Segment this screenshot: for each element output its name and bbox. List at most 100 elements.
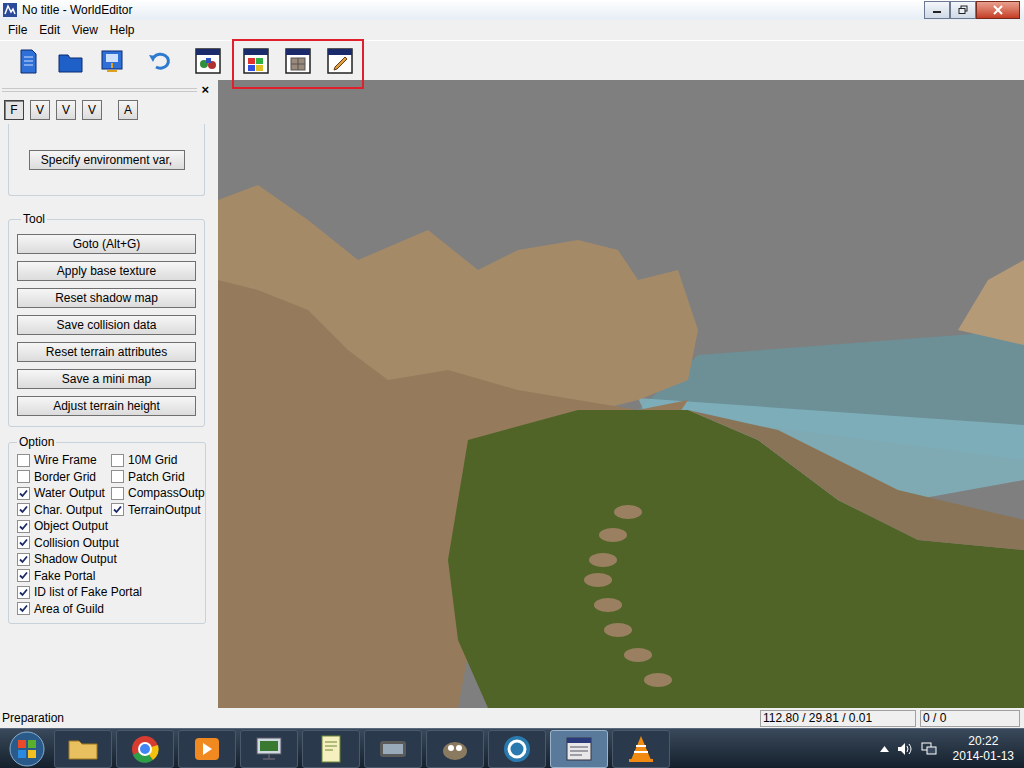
checkbox[interactable] (17, 586, 30, 599)
computer-icon (251, 731, 287, 767)
taskbar-app[interactable] (426, 730, 484, 768)
checkbox[interactable] (17, 536, 30, 549)
option-item[interactable]: Char. Output (17, 502, 111, 518)
menu-item[interactable]: File (2, 22, 33, 38)
menu-item[interactable]: Help (104, 22, 141, 38)
taskbar-app[interactable] (302, 730, 360, 768)
clock[interactable]: 20:222014-01-13 (953, 734, 1014, 764)
panel-button[interactable]: Reset terrain attributes (17, 342, 196, 362)
checkbox[interactable] (17, 602, 30, 615)
panel-tabs: FVVVA (0, 100, 213, 120)
title-bar: No title - WorldEditor (0, 0, 1024, 20)
option-row: Fake Portal (17, 568, 205, 585)
checkbox[interactable] (111, 503, 124, 516)
volume-icon[interactable] (897, 742, 913, 756)
network-icon[interactable] (921, 742, 937, 756)
minimize-icon (931, 5, 943, 15)
panel-button[interactable]: Specify environment var, (29, 150, 185, 170)
menu-bar: FileEditViewHelp (0, 20, 1024, 40)
checkbox[interactable] (17, 503, 30, 516)
option-row: Shadow Output (17, 551, 205, 568)
option-row: Object Output (17, 518, 205, 535)
taskbar-app[interactable] (550, 730, 608, 768)
panel-close-button[interactable]: × (201, 84, 209, 96)
panel-tab[interactable]: V (82, 100, 102, 120)
option-item[interactable]: Area of Guild (17, 601, 104, 617)
panel-tab[interactable]: V (56, 100, 76, 120)
checkbox[interactable] (111, 487, 124, 500)
notepad-icon (313, 731, 349, 767)
option-item[interactable]: Wire Frame (17, 452, 111, 468)
status-message: Preparation (2, 710, 756, 726)
panel-button[interactable]: Goto (Alt+G) (17, 234, 196, 254)
open-icon (56, 47, 84, 75)
toolbar-group (12, 45, 128, 77)
toolbar-group (144, 45, 176, 77)
menu-item[interactable]: View (66, 22, 104, 38)
minimize-button[interactable] (924, 1, 950, 19)
option-item[interactable]: Water Output (17, 485, 111, 501)
palette-icon (242, 47, 270, 75)
panel-button[interactable]: Save collision data (17, 315, 196, 335)
panel-tab[interactable]: F (4, 100, 24, 120)
terrain-viewport-icon (218, 80, 1024, 708)
window-title: No title - WorldEditor (22, 2, 132, 18)
taskbar-app[interactable] (240, 730, 298, 768)
clock-date: 2014-01-13 (953, 749, 1014, 764)
panel-tab[interactable]: V (30, 100, 50, 120)
close-button[interactable] (976, 1, 1020, 19)
checkbox[interactable] (17, 470, 30, 483)
checkbox[interactable] (17, 569, 30, 582)
option-item[interactable]: Patch Grid (111, 469, 185, 485)
option-item[interactable]: Collision Output (17, 535, 119, 551)
start-button[interactable] (0, 730, 54, 768)
checkbox[interactable] (111, 470, 124, 483)
option-row: Border GridPatch Grid (17, 469, 205, 486)
checkbox[interactable] (17, 487, 30, 500)
maximize-icon (957, 5, 969, 15)
checkbox[interactable] (17, 553, 30, 566)
checkbox[interactable] (17, 520, 30, 533)
side-panel: ×FVVVASpecify environment var,ToolGoto (… (0, 80, 213, 708)
panel-button[interactable]: Adjust terrain height (17, 396, 196, 416)
viewport[interactable] (218, 80, 1024, 708)
panel-button[interactable]: Apply base texture (17, 261, 196, 281)
check-icon (19, 538, 28, 547)
menu-item[interactable]: Edit (33, 22, 66, 38)
option-item[interactable]: ID list of Fake Portal (17, 584, 142, 600)
view-button[interactable] (192, 45, 224, 77)
app-icon (2, 2, 18, 18)
gimp-icon (437, 731, 473, 767)
option-item[interactable]: Shadow Output (17, 551, 117, 567)
new-button[interactable] (12, 45, 44, 77)
checkbox[interactable] (17, 454, 30, 467)
taskbar-app[interactable] (178, 730, 236, 768)
option-item[interactable]: TerrainOutput (111, 502, 201, 518)
checkbox[interactable] (111, 454, 124, 467)
option-item[interactable]: CompassOutp (111, 485, 205, 501)
close-icon (992, 5, 1004, 15)
option-item[interactable]: 10M Grid (111, 452, 177, 468)
brush-button[interactable] (324, 45, 356, 77)
option-item[interactable]: Fake Portal (17, 568, 95, 584)
undo-button[interactable] (144, 45, 176, 77)
taskbar-app[interactable] (488, 730, 546, 768)
environment-group: Specify environment var, (8, 124, 205, 196)
save-button[interactable] (96, 45, 128, 77)
taskbar-app[interactable] (54, 730, 112, 768)
panel-tab[interactable]: A (118, 100, 138, 120)
option-item[interactable]: Object Output (17, 518, 108, 534)
open-button[interactable] (54, 45, 86, 77)
option-item[interactable]: Border Grid (17, 469, 111, 485)
maximize-button[interactable] (950, 1, 976, 19)
taskbar-app[interactable] (612, 730, 670, 768)
palette-button[interactable] (240, 45, 272, 77)
check-icon (19, 588, 28, 597)
taskbar-app[interactable] (116, 730, 174, 768)
texture-button[interactable] (282, 45, 314, 77)
status-coordinates: 112.80 / 29.81 / 0.01 (760, 710, 916, 727)
taskbar-app[interactable] (364, 730, 422, 768)
show-hidden-icon[interactable] (880, 746, 889, 752)
panel-button[interactable]: Reset shadow map (17, 288, 196, 308)
panel-button[interactable]: Save a mini map (17, 369, 196, 389)
